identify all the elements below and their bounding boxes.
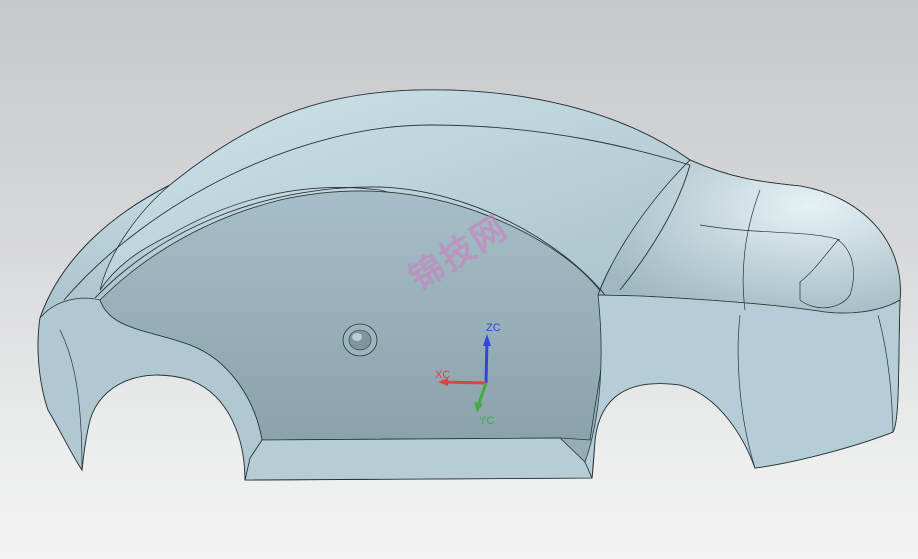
front-fender-surface[interactable] (584, 294, 901, 479)
z-axis-label: ZC (486, 322, 501, 334)
x-axis-arrow (441, 380, 487, 385)
fuel-cap[interactable] (342, 323, 378, 357)
x-axis-label: XC (435, 369, 450, 381)
y-axis-label: YC (479, 415, 494, 427)
graphics-viewport[interactable]: ZC XC YC 锦技网 (0, 0, 918, 559)
car-body-model[interactable]: ZC XC YC (0, 0, 918, 559)
rocker-sill[interactable] (244, 437, 593, 481)
z-axis-arrow (484, 339, 489, 384)
